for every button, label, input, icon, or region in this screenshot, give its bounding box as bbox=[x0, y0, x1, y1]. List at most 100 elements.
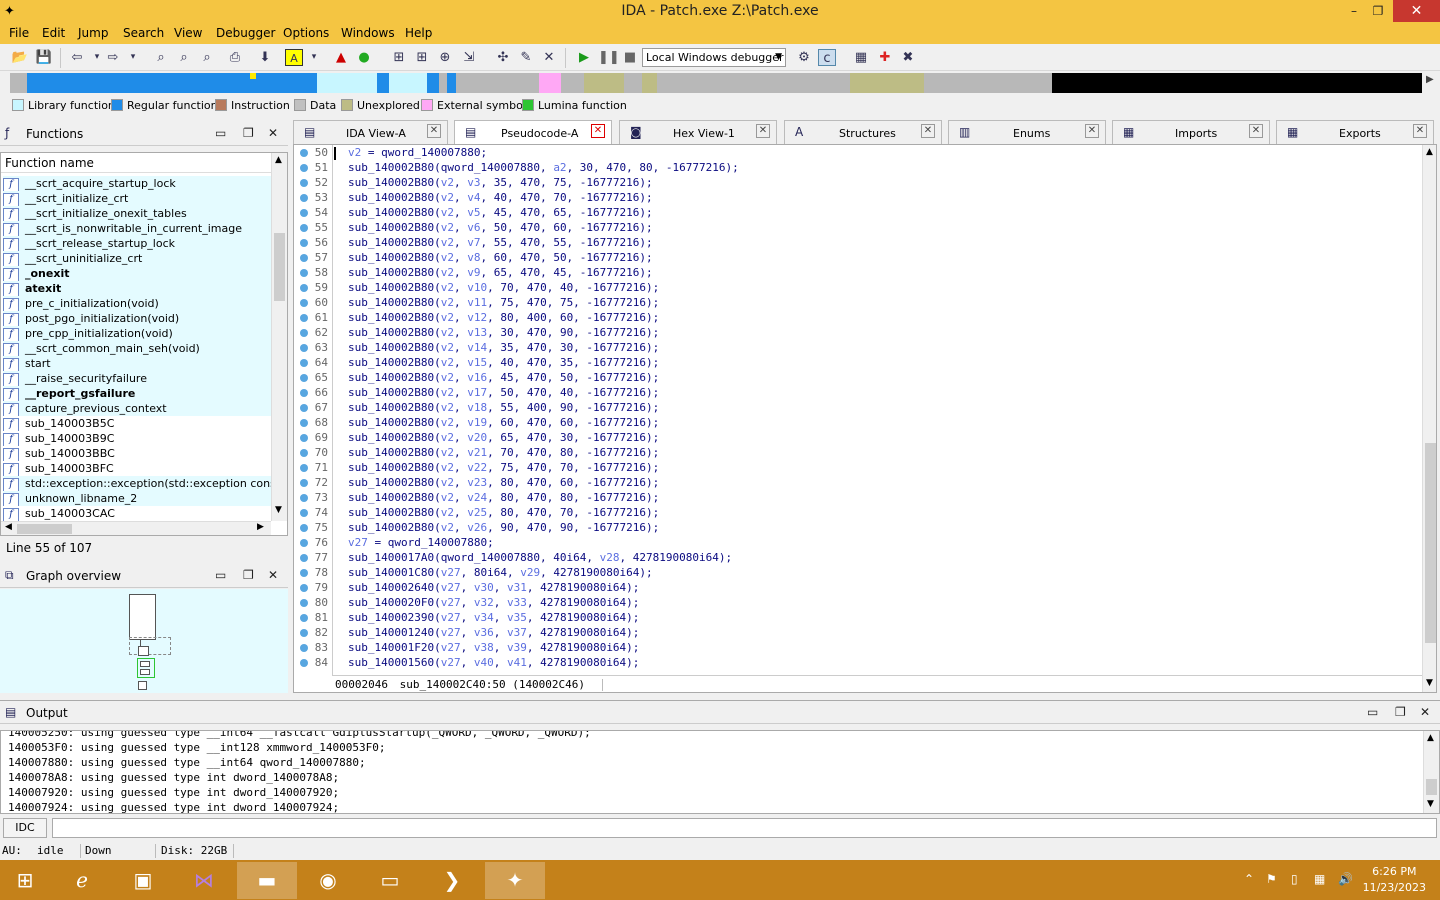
code-line[interactable]: sub_140002B80(v2, v7, 55, 470, 55, -1677… bbox=[348, 236, 653, 249]
output-log[interactable]: 140005250: using guessed type __int64 __… bbox=[0, 730, 1440, 814]
scroll-down-icon[interactable]: ▼ bbox=[275, 505, 282, 515]
search-binary-icon[interactable]: ⌕ bbox=[175, 49, 193, 66]
line-marker-dot[interactable] bbox=[300, 509, 308, 517]
code-line[interactable]: sub_140002B80(v2, v15, 40, 470, 35, -167… bbox=[348, 356, 659, 369]
panel-float-icon[interactable]: ❐ bbox=[1395, 705, 1406, 719]
menu-search[interactable]: Search bbox=[123, 26, 164, 40]
code-line[interactable]: sub_140002B80(v2, v22, 75, 470, 70, -167… bbox=[348, 461, 659, 474]
menu-options[interactable]: Options bbox=[283, 26, 329, 40]
code-line[interactable]: sub_140002B80(v2, v8, 60, 470, 50, -1677… bbox=[348, 251, 653, 264]
font-a-icon[interactable]: A bbox=[285, 49, 303, 66]
code-line[interactable]: sub_140002B80(v2, v6, 50, 470, 60, -1677… bbox=[348, 221, 653, 234]
scroll-up-icon[interactable]: ▲ bbox=[275, 155, 282, 165]
function-list-item[interactable]: f __scrt_is_nonwritable_in_current_image bbox=[3, 221, 271, 236]
code-line[interactable]: v2 = qword_140007880; bbox=[348, 146, 487, 159]
line-marker-dot[interactable] bbox=[300, 344, 308, 352]
decompile-icon[interactable]: c bbox=[818, 49, 836, 66]
volume-icon[interactable]: 🔊 bbox=[1338, 872, 1353, 886]
navigation-band[interactable] bbox=[10, 73, 1422, 93]
line-marker-dot[interactable] bbox=[300, 284, 308, 292]
line-marker-dot[interactable] bbox=[300, 359, 308, 367]
idc-language-button[interactable]: IDC bbox=[3, 818, 47, 838]
code-line[interactable]: sub_140002B80(v2, v18, 55, 400, 90, -167… bbox=[348, 401, 659, 414]
panel-close-icon[interactable]: ✕ bbox=[1420, 705, 1430, 719]
download-arrow-icon[interactable]: ⬇ bbox=[256, 49, 274, 66]
code-line[interactable]: sub_140002B80(v2, v17, 50, 470, 40, -167… bbox=[348, 386, 659, 399]
scroll-left-icon[interactable]: ◀ bbox=[5, 522, 12, 532]
function-list-item[interactable]: f __report_gsfailure bbox=[3, 386, 271, 401]
code-line[interactable]: sub_1400017A0(qword_140007880, 40i64, v2… bbox=[348, 551, 732, 564]
panel-minimize-icon[interactable]: ▭ bbox=[215, 568, 226, 582]
save-icon[interactable]: 💾 bbox=[35, 49, 53, 66]
function-list-item[interactable]: f pre_c_initialization(void) bbox=[3, 296, 271, 311]
menu-debugger[interactable]: Debugger bbox=[216, 26, 275, 40]
line-marker-dot[interactable] bbox=[300, 374, 308, 382]
breakpoint-icon[interactable]: ✣ bbox=[494, 49, 512, 66]
code-line[interactable]: sub_140002B80(v2, v26, 90, 470, 90, -167… bbox=[348, 521, 659, 534]
print-icon[interactable]: ⎙ bbox=[226, 49, 244, 66]
line-marker-dot[interactable] bbox=[300, 164, 308, 172]
menu-file[interactable]: File bbox=[9, 26, 29, 40]
tab-imports[interactable]: ▦ Imports ✕ bbox=[1112, 120, 1270, 144]
scrollbar-thumb[interactable] bbox=[1425, 443, 1436, 643]
graph-overview-canvas[interactable] bbox=[0, 589, 288, 693]
action-center-flag-icon[interactable]: ⚑ bbox=[1266, 872, 1277, 886]
code-vertical-scrollbar[interactable]: ▲ ▼ bbox=[1422, 145, 1436, 692]
line-marker-dot[interactable] bbox=[300, 239, 308, 247]
code-line[interactable]: sub_140002B80(v2, v3, 35, 470, 75, -1677… bbox=[348, 176, 653, 189]
menu-jump[interactable]: Jump bbox=[78, 26, 108, 40]
function-list-item[interactable]: f sub_140003BBC bbox=[3, 446, 271, 461]
add-plugin-icon[interactable]: ✚ bbox=[876, 49, 894, 66]
forward-dropdown-icon[interactable]: ▾ bbox=[124, 49, 142, 66]
function-list-item[interactable]: f capture_previous_context bbox=[3, 401, 271, 416]
code-line[interactable]: sub_140002B80(v2, v11, 75, 470, 75, -167… bbox=[348, 296, 659, 309]
code-line[interactable]: sub_140002B80(v2, v12, 80, 400, 60, -167… bbox=[348, 311, 659, 324]
code-line[interactable]: sub_140002B80(qword_140007880, a2, 30, 4… bbox=[348, 161, 739, 174]
functions-vertical-scrollbar[interactable]: ▲ ▼ bbox=[271, 153, 287, 521]
function-list-item[interactable]: f post_pgo_initialization(void) bbox=[3, 311, 271, 326]
debugger-select[interactable]: Local Windows debugger ▼ bbox=[642, 48, 786, 67]
file-explorer-icon[interactable]: ▬ bbox=[237, 862, 297, 899]
close-tab-icon[interactable]: ✕ bbox=[1085, 124, 1099, 138]
menu-edit[interactable]: Edit bbox=[42, 26, 65, 40]
close-tab-icon[interactable]: ✕ bbox=[756, 124, 770, 138]
code-line[interactable]: sub_140001F20(v27, v38, v39, 4278190080i… bbox=[348, 641, 639, 654]
panel-close-icon[interactable]: ✕ bbox=[268, 568, 278, 582]
scrollbar-thumb[interactable] bbox=[1426, 779, 1437, 795]
line-marker-dot[interactable] bbox=[300, 449, 308, 457]
line-marker-dot[interactable] bbox=[300, 209, 308, 217]
line-marker-dot[interactable] bbox=[300, 434, 308, 442]
create-function-icon[interactable]: ⊞ bbox=[390, 49, 408, 66]
functions-horizontal-scrollbar[interactable]: ◀ ▶ bbox=[1, 521, 271, 535]
panel-minimize-icon[interactable]: ▭ bbox=[215, 126, 226, 140]
function-list-item[interactable]: f sub_140003B5C bbox=[3, 416, 271, 431]
add-node-icon[interactable]: ⊕ bbox=[436, 49, 454, 66]
function-list-item[interactable]: f __scrt_uninitialize_crt bbox=[3, 251, 271, 266]
function-list-item[interactable]: f sub_140003BFC bbox=[3, 461, 271, 476]
function-list-item[interactable]: f pre_cpp_initialization(void) bbox=[3, 326, 271, 341]
delete-icon[interactable]: ✕ bbox=[540, 49, 558, 66]
code-line[interactable]: sub_140002B80(v2, v20, 65, 470, 30, -167… bbox=[348, 431, 659, 444]
nav-right-arrow-icon[interactable]: ▶ bbox=[1426, 74, 1434, 85]
code-line[interactable]: sub_140002B80(v2, v24, 80, 470, 80, -167… bbox=[348, 491, 659, 504]
line-marker-dot[interactable] bbox=[300, 524, 308, 532]
function-list-item[interactable]: f start bbox=[3, 356, 271, 371]
function-list-item[interactable]: f __scrt_release_startup_lock bbox=[3, 236, 271, 251]
line-marker-dot[interactable] bbox=[300, 299, 308, 307]
disable-plugin-icon[interactable]: ✖ bbox=[899, 49, 917, 66]
restore-button[interactable]: ❐ bbox=[1364, 0, 1392, 22]
code-line[interactable]: sub_140002B80(v2, v19, 60, 470, 60, -167… bbox=[348, 416, 659, 429]
code-line[interactable]: sub_140002B80(v2, v25, 80, 470, 70, -167… bbox=[348, 506, 659, 519]
forward-arrow-icon[interactable]: ⇨ bbox=[104, 49, 122, 66]
function-list-item[interactable]: f std::exception::exception(std::exceptio… bbox=[3, 476, 271, 491]
close-tab-icon[interactable]: ✕ bbox=[427, 124, 441, 138]
function-list-item[interactable]: f unknown_libname_2 bbox=[3, 491, 271, 506]
function-list-item[interactable]: f __scrt_initialize_crt bbox=[3, 191, 271, 206]
code-line[interactable]: sub_140002B80(v2, v16, 45, 470, 50, -167… bbox=[348, 371, 659, 384]
line-marker-dot[interactable] bbox=[300, 539, 308, 547]
function-list-item[interactable]: f __scrt_common_main_seh(void) bbox=[3, 341, 271, 356]
switch-view-icon[interactable]: ▦ bbox=[852, 49, 870, 66]
close-tab-icon[interactable]: ✕ bbox=[921, 124, 935, 138]
function-name-column-header[interactable]: Function name bbox=[1, 153, 271, 173]
line-marker-dot[interactable] bbox=[300, 269, 308, 277]
